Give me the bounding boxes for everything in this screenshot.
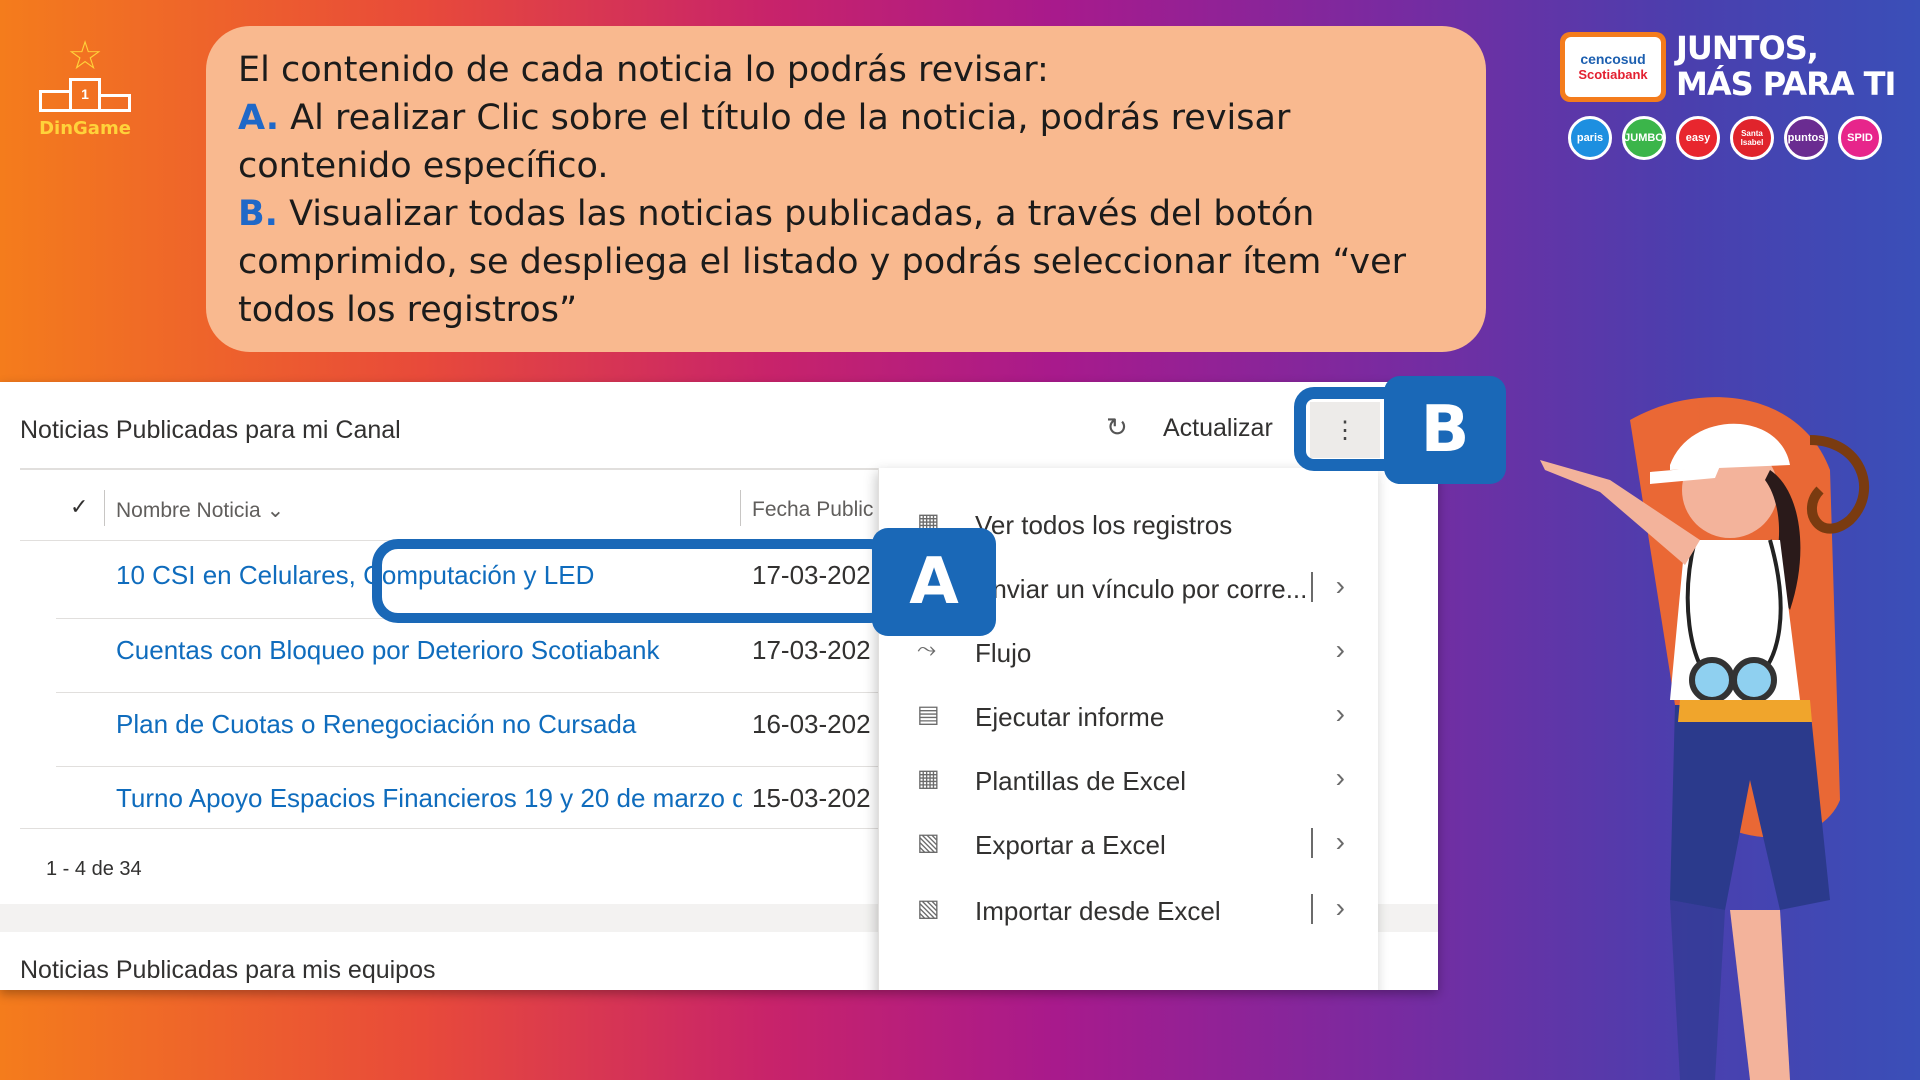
column-header-name[interactable]: Nombre Noticia ⌄ xyxy=(116,498,284,523)
menu-item-excel-templates[interactable]: ▦ Plantillas de Excel › xyxy=(879,750,1379,810)
column-header-date[interactable]: Fecha Public xyxy=(752,498,873,522)
chevron-right-icon[interactable]: › xyxy=(1336,826,1345,858)
slogan-line1: JUNTOS, xyxy=(1676,29,1819,67)
logo-text: DinGame xyxy=(39,118,131,139)
brand-header: cencosud Scotiabank JUNTOS, MÁS PARA TI … xyxy=(1560,30,1900,160)
menu-item-label: Plantillas de Excel xyxy=(975,766,1186,796)
label-b: B. xyxy=(238,194,278,234)
instructions-item-a: A. Al realizar Clic sobre el título de l… xyxy=(238,94,1454,190)
excel-icon: ▧ xyxy=(917,895,940,922)
menu-item-label: Enviar un vínculo por corre... xyxy=(975,574,1308,604)
app-screenshot: Noticias Publicadas para mi Canal ↻ Actu… xyxy=(0,382,1438,990)
instructions-line1: El contenido de cada noticia lo podrás r… xyxy=(238,50,1049,90)
explorer-character-illustration xyxy=(1540,397,1870,1080)
chevron-down-icon: ⌄ xyxy=(266,499,285,522)
brand-chips: paris JUMBO easy Santa Isabel puntos SPI… xyxy=(1568,116,1882,160)
chip-spid: SPID xyxy=(1838,116,1882,160)
chevron-right-icon[interactable]: › xyxy=(1336,762,1345,794)
podium-number: 1 xyxy=(69,78,101,112)
panel2-title: Noticias Publicadas para mis equipos xyxy=(20,956,436,984)
brand-box-line2: Scotiabank xyxy=(1578,67,1648,82)
select-all-checkmark-icon[interactable]: ✓ xyxy=(70,494,88,520)
chevron-right-icon[interactable]: › xyxy=(1336,570,1345,602)
text-a: Al realizar Clic sobre el título de la n… xyxy=(238,98,1291,186)
excel-template-icon: ▦ xyxy=(917,765,940,792)
chip-paris: paris xyxy=(1568,116,1612,160)
news-title-link[interactable]: Plan de Cuotas o Renegociación no Cursad… xyxy=(116,709,742,740)
refresh-icon[interactable]: ↻ xyxy=(1106,412,1128,443)
flow-icon: ⤳ xyxy=(917,636,937,663)
slogan-line2: MÁS PARA TI xyxy=(1676,65,1896,103)
chevron-right-icon[interactable]: › xyxy=(1336,698,1345,730)
brand-slogan: JUNTOS, MÁS PARA TI xyxy=(1676,29,1896,103)
callout-b-badge: B xyxy=(1384,376,1506,484)
chip-puntos: puntos xyxy=(1784,116,1828,160)
callout-a-badge: A xyxy=(872,528,996,636)
text-b: Visualizar todas las noticias publicadas… xyxy=(238,194,1407,330)
news-title-link[interactable]: Cuentas con Bloqueo por Deterioro Scotia… xyxy=(116,635,742,666)
menu-item-label: Exportar a Excel xyxy=(975,830,1166,860)
menu-item-export-excel[interactable]: ▧ Exportar a Excel › xyxy=(879,814,1379,874)
instructions-item-b: B. Visualizar todas las noticias publica… xyxy=(238,190,1454,334)
menu-item-label: Ejecutar informe xyxy=(975,702,1165,732)
chevron-right-icon[interactable]: › xyxy=(1336,892,1345,924)
instructions-bubble: El contenido de cada noticia lo podrás r… xyxy=(206,26,1486,352)
pager-count: 1 - 4 de 34 xyxy=(46,858,142,880)
star-icon: ☆ xyxy=(67,34,103,78)
callout-a-outline xyxy=(372,539,896,623)
menu-item-label: Ver todos los registros xyxy=(975,510,1233,540)
chevron-right-icon[interactable]: › xyxy=(1336,634,1345,666)
menu-item-run-report[interactable]: ▤ Ejecutar informe › xyxy=(879,686,1379,746)
news-title-link[interactable]: Turno Apoyo Espacios Financieros 19 y 20… xyxy=(116,783,742,814)
news-date: 17-03-202 xyxy=(752,635,871,665)
chip-easy: easy xyxy=(1676,116,1720,160)
chip-jumbo: JUMBO xyxy=(1622,116,1666,160)
report-icon: ▤ xyxy=(917,701,940,728)
refresh-button[interactable]: Actualizar xyxy=(1163,414,1273,443)
cencosud-scotiabank-logo: cencosud Scotiabank xyxy=(1560,32,1666,102)
panel-title: Noticias Publicadas para mi Canal xyxy=(20,416,401,444)
dingame-logo: ☆ 1 DinGame xyxy=(30,36,140,146)
menu-item-label: Importar desde Excel xyxy=(975,896,1221,926)
menu-item-import-excel[interactable]: ▧ Importar desde Excel › xyxy=(879,880,1379,940)
column-header-name-label: Nombre Noticia xyxy=(116,499,261,522)
menu-item-label: Flujo xyxy=(975,638,1032,668)
chip-santa-isabel: Santa Isabel xyxy=(1730,116,1774,160)
podium-icon: 1 xyxy=(35,78,135,112)
label-a: A. xyxy=(238,98,280,138)
news-date: 15-03-202 xyxy=(752,783,871,813)
excel-icon: ▧ xyxy=(917,829,940,856)
brand-box-line1: cencosud xyxy=(1580,51,1646,67)
news-date: 16-03-202 xyxy=(752,709,871,739)
